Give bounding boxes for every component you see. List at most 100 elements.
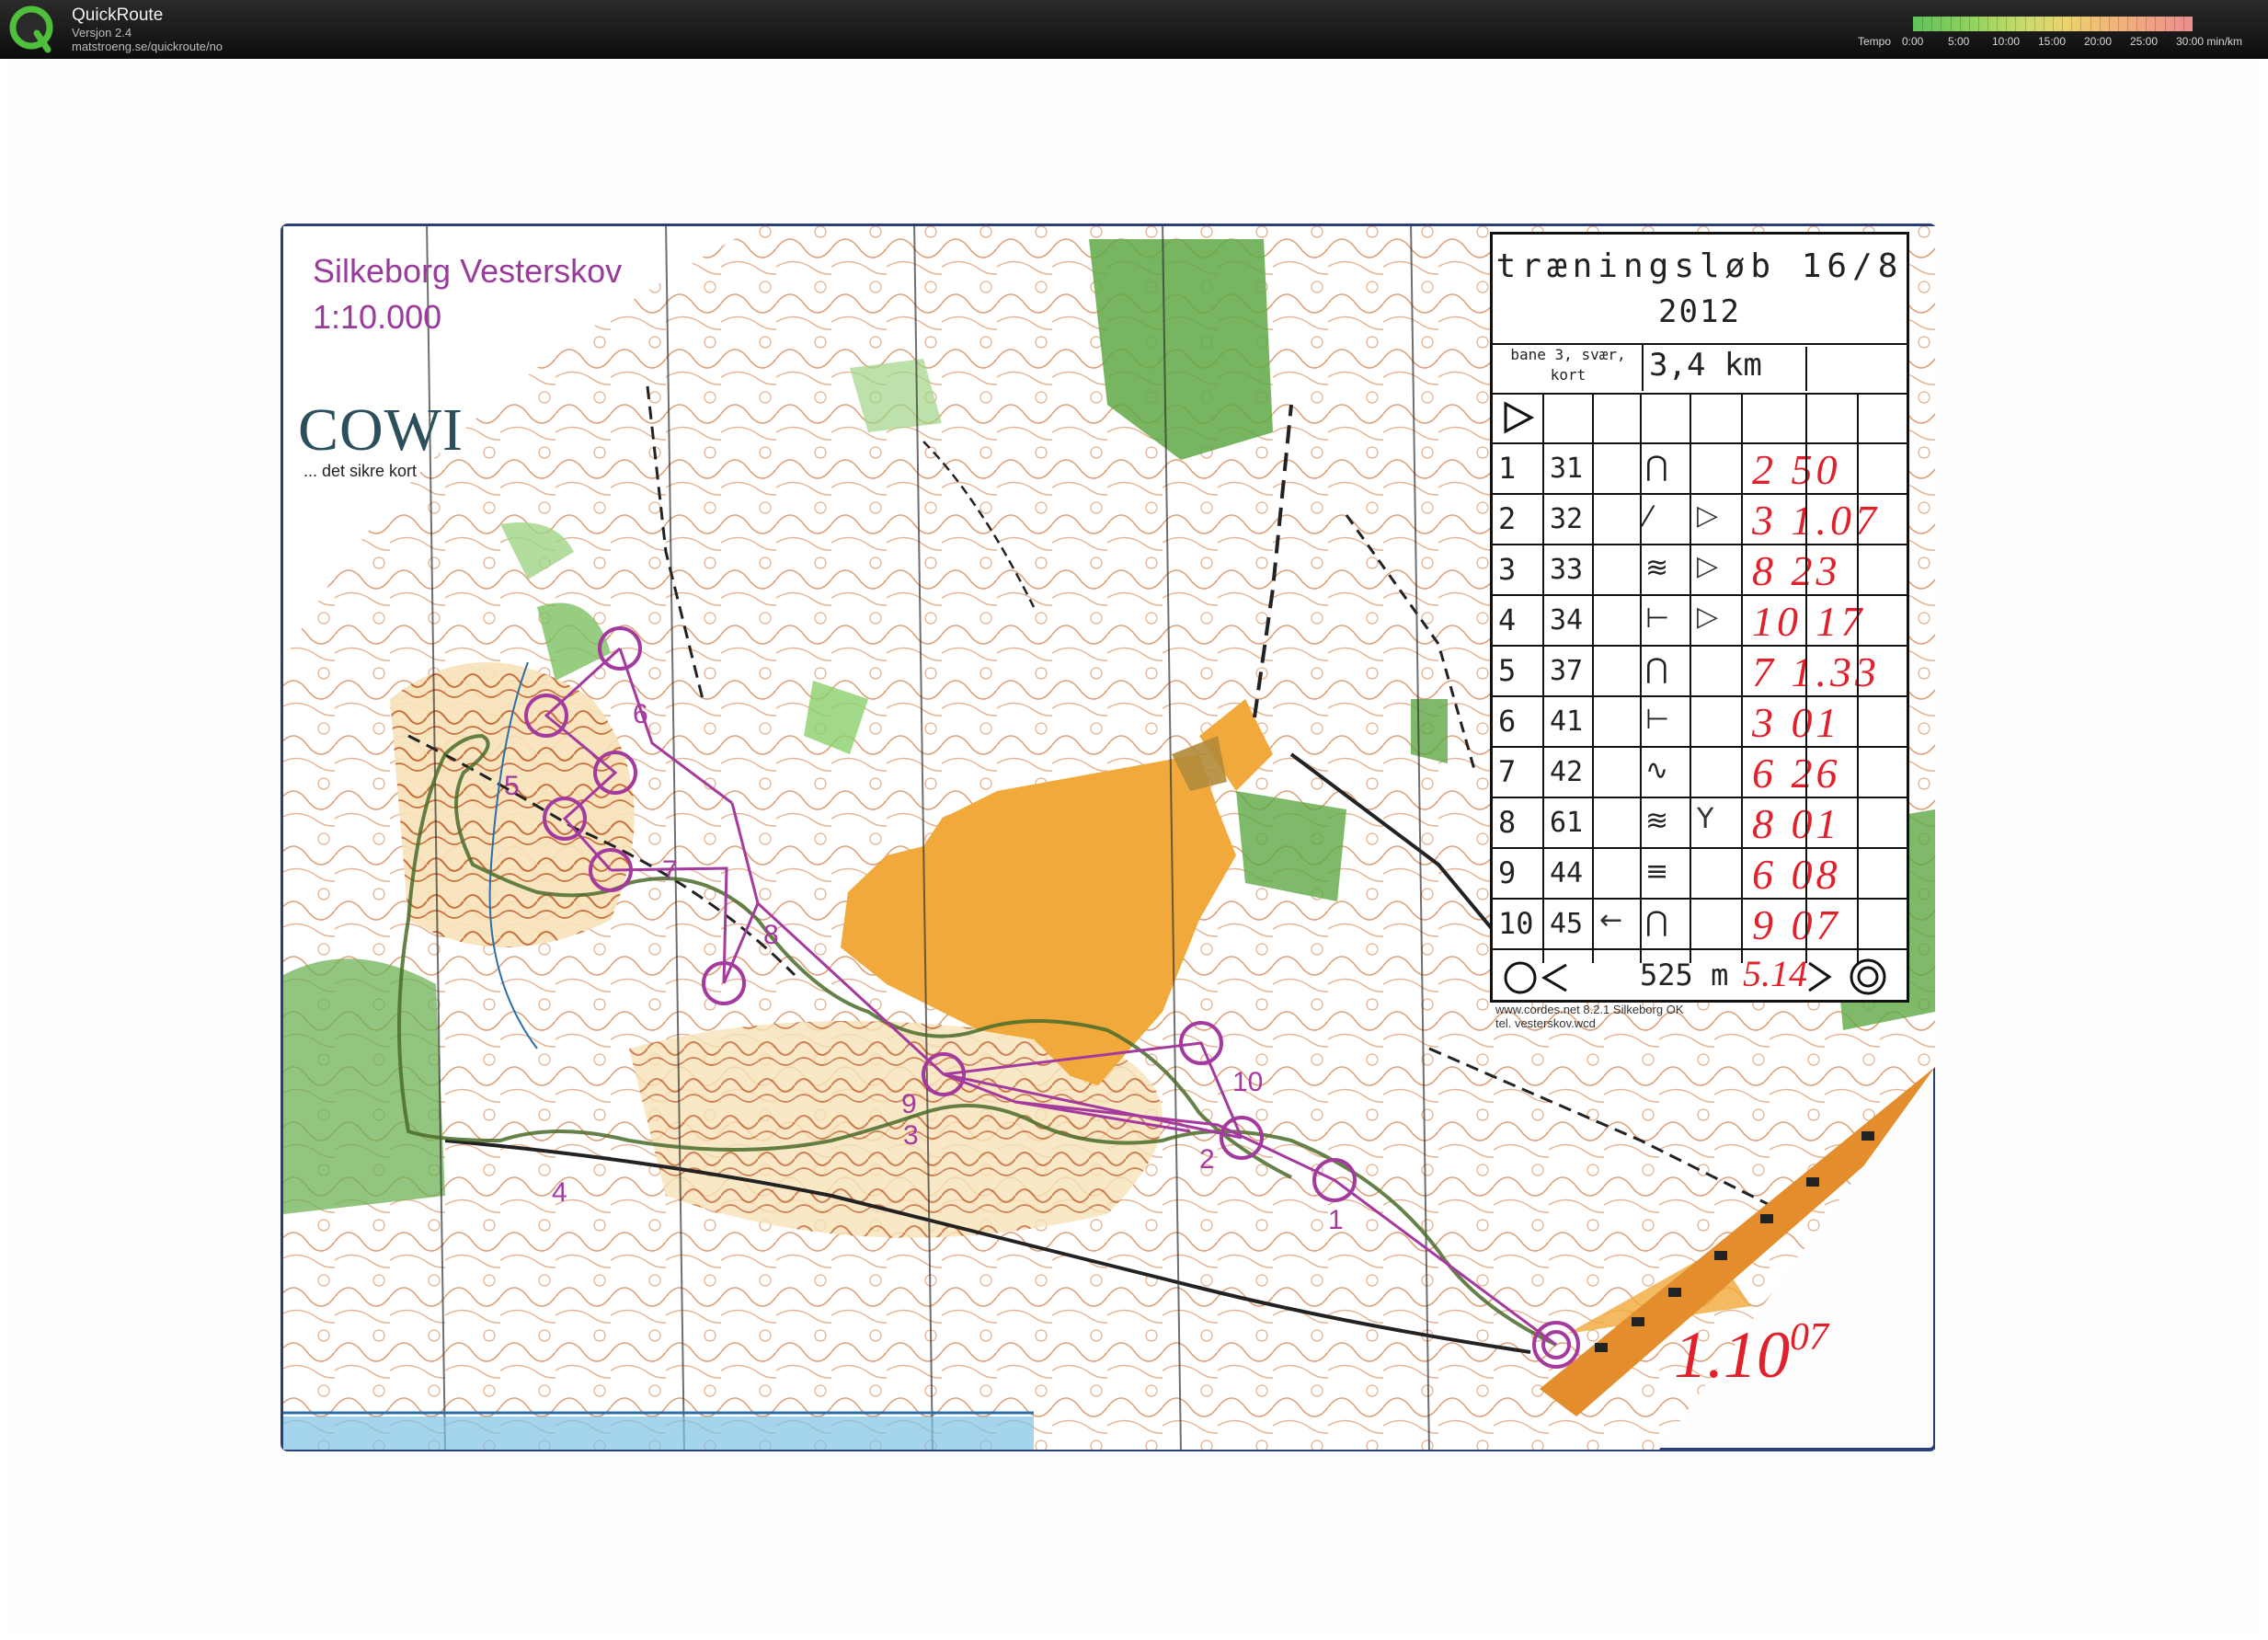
tempo-scale-segment (2062, 17, 2064, 31)
tempo-scale-segment (1977, 17, 1979, 31)
control-code: 37 (1550, 655, 1584, 687)
control-number-label: 10 (1232, 1067, 1264, 1097)
handwritten-split-time: 8 23 (1752, 547, 1841, 594)
tempo-scale-segment (2099, 17, 2101, 31)
tempo-scale-segment (2033, 17, 2035, 31)
finish-row: 525 m 5.14 (1493, 952, 1907, 1000)
control-number-label: 6 (633, 699, 648, 729)
control-number: 5 (1498, 653, 1517, 688)
card-column-divider (1542, 393, 1544, 963)
quickroute-logo-icon (9, 6, 53, 53)
tempo-scale-segment (2090, 17, 2091, 31)
tempo-scale-segment (1968, 17, 1970, 31)
tempo-tick: 0:00 (1902, 35, 1924, 48)
control-number-label: 5 (504, 771, 520, 801)
feature-symbol-icon: ≡ (1645, 855, 1669, 888)
handwritten-split-time: 3 01 (1752, 699, 1841, 746)
tempo-tick: 30:00 min/km (2176, 35, 2243, 48)
control-row: 2 32 ⁄ ▷ 3 1.07 (1493, 494, 1907, 545)
finish-distance: 525 m (1640, 958, 1729, 992)
control-number-label: 3 (903, 1120, 919, 1151)
control-code: 31 (1550, 453, 1584, 485)
control-row: 8 61 ≋ Y 8 01 (1493, 797, 1907, 849)
direction-arrow-icon: ← (1599, 904, 1623, 936)
tempo-label: Tempo (1858, 35, 1892, 48)
control-number: 4 (1498, 602, 1517, 637)
start-triangle-icon (1504, 401, 1535, 434)
tempo-tick: 5:00 (1948, 35, 1970, 48)
handwritten-split-time: 8 01 (1752, 800, 1841, 847)
app-version: Versjon 2.4 (72, 26, 132, 40)
course-info-row: bane 3, svær, kort 3,4 km (1493, 343, 1907, 395)
tempo-tick: 20:00 (2084, 35, 2113, 48)
card-column-divider (1805, 393, 1807, 963)
map-area-name: Silkeborg Vesterskov (313, 252, 623, 290)
control-number-label: 2 (1199, 1144, 1215, 1175)
tempo-scale-segment (1987, 17, 1989, 31)
tempo-scale-segment (2136, 17, 2138, 31)
control-number-label: 7 (662, 855, 678, 886)
control-code: 33 (1550, 554, 1584, 586)
handwritten-split-time: 6 26 (1752, 750, 1841, 797)
handwritten-split-time: 10 17 (1752, 598, 1866, 645)
tempo-tick: 25:00 (2130, 35, 2159, 48)
location-symbol-icon: ▷ (1697, 550, 1719, 582)
handwritten-split-time: 2 50 (1752, 446, 1841, 493)
feature-symbol-icon: ⋂ (1645, 451, 1668, 483)
control-code: 44 (1550, 857, 1584, 889)
control-number: 3 (1498, 552, 1517, 587)
feature-symbol-icon: ⋂ (1645, 906, 1668, 938)
feature-symbol-icon: ⊢ (1645, 704, 1670, 736)
control-code: 34 (1550, 604, 1584, 637)
finish-target-icon (1808, 958, 1886, 995)
handwritten-split-time: 3 1.07 (1752, 497, 1880, 544)
control-row: 1 31 ⋂ 2 50 (1493, 443, 1907, 495)
location-symbol-icon: ▷ (1697, 601, 1719, 633)
course-name: bane 3, svær, kort (1495, 345, 1644, 391)
control-code: 61 (1550, 807, 1584, 839)
tempo-scale-segment (1941, 17, 1942, 31)
control-number: 1 (1498, 451, 1517, 486)
card-column-divider (1592, 393, 1594, 963)
card-column-divider (1690, 393, 1691, 963)
card-header: træningsløb 16/8 2012 (1493, 235, 1907, 345)
total-time-seconds: 07 (1790, 1316, 1828, 1359)
feature-symbol-icon: ≋ (1645, 552, 1669, 584)
control-row: 6 41 ⊢ 3 01 (1493, 696, 1907, 748)
publisher-tagline: ... det sikre kort (304, 462, 418, 480)
tempo-scale-segment (1997, 17, 1999, 31)
tempo-scale-segment (2182, 17, 2184, 31)
orienteering-map[interactable]: Silkeborg Vesterskov 1:10.000 COWI ... d… (280, 221, 1935, 1453)
tempo-scale-segment (2071, 17, 2073, 31)
card-title: træningsløb 16/8 (1495, 247, 1904, 285)
control-number-label: 4 (552, 1177, 567, 1208)
handwritten-total-time: 1.1007 (1674, 1315, 1828, 1393)
control-row: 5 37 ⋂ 7 1.33 (1493, 646, 1907, 697)
feature-symbol-icon: ⊢ (1645, 602, 1670, 635)
control-number: 7 (1498, 754, 1517, 789)
control-number: 10 (1498, 906, 1534, 941)
control-number-label: 1 (1328, 1205, 1344, 1235)
tempo-scale-segment (2108, 17, 2110, 31)
control-row: 10 45 ⋂ ← 9 07 (1493, 899, 1907, 950)
tempo-scale-segment (2146, 17, 2148, 31)
finish-circle-arrow-icon (1504, 961, 1567, 994)
credit-line: tel. vesterskov.wcd (1495, 1016, 1596, 1030)
tempo-scale-segment (2127, 17, 2129, 31)
tempo-scale-segment (2080, 17, 2082, 31)
tempo-scale-segment (2043, 17, 2045, 31)
control-row: 4 34 ⊢ ▷ 10 17 (1493, 595, 1907, 647)
tempo-scale-segment (2173, 17, 2175, 31)
tempo-tick: 10:00 (1992, 35, 2021, 48)
control-code: 45 (1550, 908, 1584, 940)
start-row (1493, 393, 1907, 444)
control-row: 3 33 ≋ ▷ 8 23 (1493, 545, 1907, 596)
control-code: 32 (1550, 503, 1584, 535)
card-column-divider (1640, 393, 1642, 963)
app-name: QuickRoute (72, 6, 164, 25)
tempo-scale-segment (2117, 17, 2119, 31)
control-number: 2 (1498, 501, 1517, 536)
tempo-color-scale[interactable] (1913, 17, 2193, 31)
feature-symbol-icon: ∿ (1645, 754, 1669, 786)
tempo-scale-segment (1959, 17, 1961, 31)
